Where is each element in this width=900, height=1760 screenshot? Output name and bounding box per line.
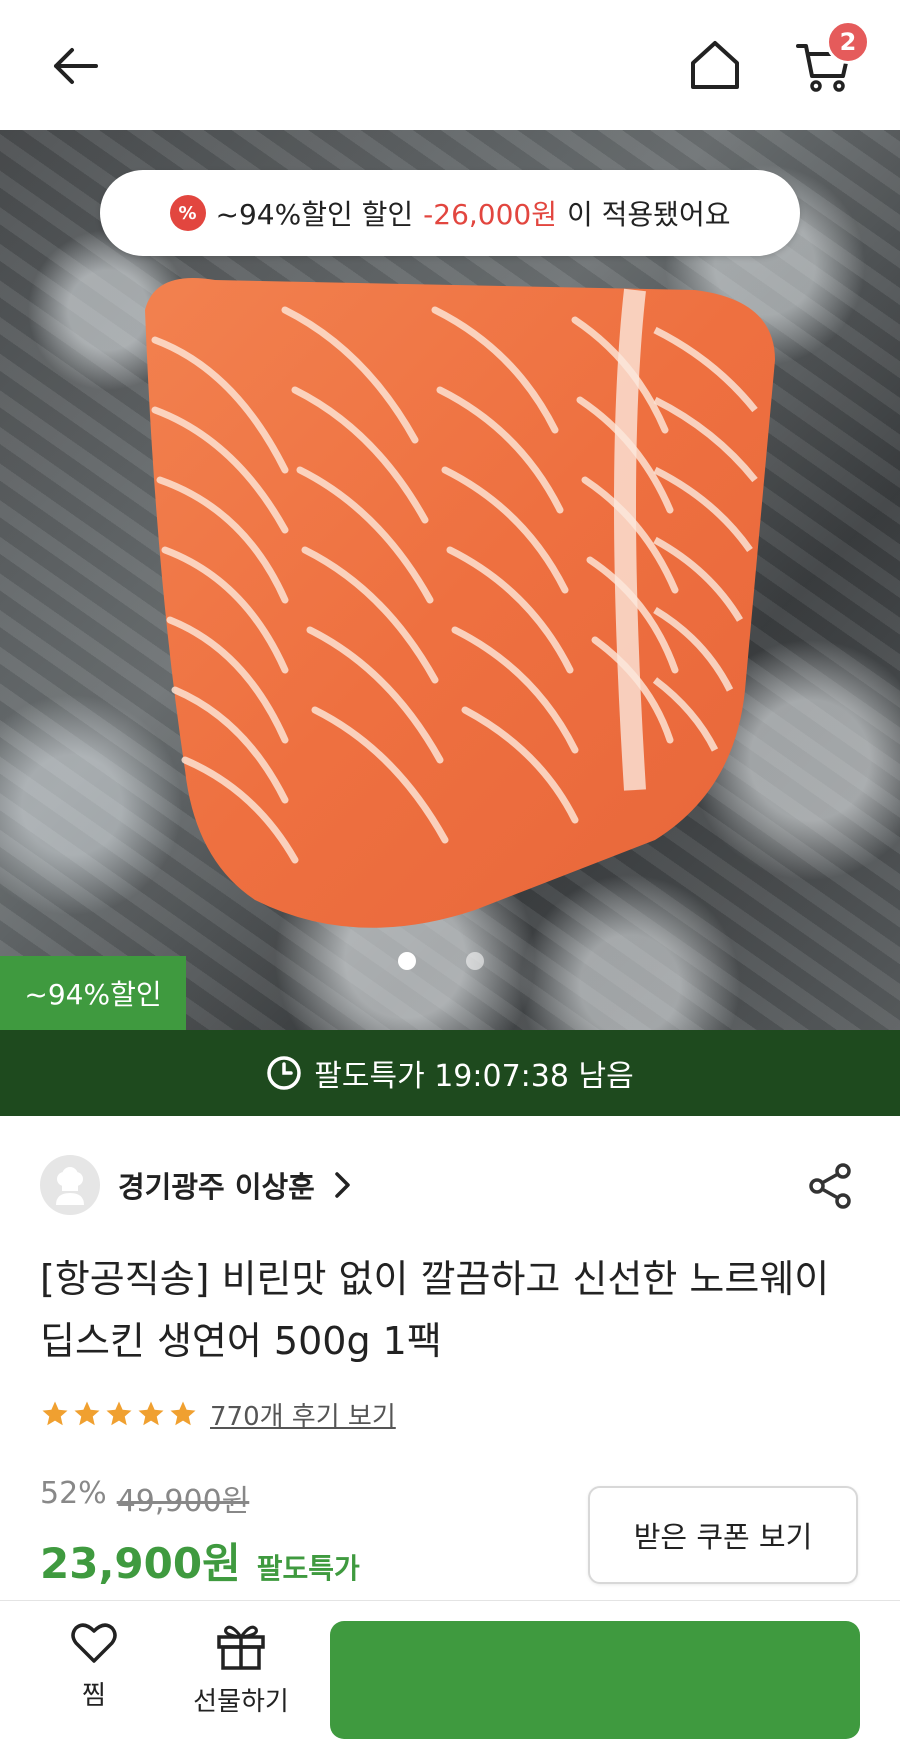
- sale-price: 23,900원: [40, 1539, 241, 1588]
- seller-info: 경기광주 이상훈: [40, 1150, 860, 1220]
- share-icon: [809, 1163, 851, 1209]
- discount-applied-notice: % ~94%할인 할인 -26,000원 이 적용됐어요: [100, 170, 800, 256]
- app-header: 2: [0, 0, 900, 130]
- carousel-dot[interactable]: [466, 952, 484, 970]
- carousel-pagination: [398, 952, 484, 970]
- percent-icon: %: [169, 195, 206, 231]
- star-rating: [40, 1399, 198, 1429]
- view-coupons-button[interactable]: 받은 쿠폰 보기: [588, 1486, 858, 1584]
- gift-button[interactable]: 선물하기: [186, 1621, 296, 1718]
- discount-amount: -26,000원: [423, 198, 557, 231]
- heart-icon: [71, 1623, 117, 1663]
- discount-notice-prefix: ~94%할인 할인: [215, 198, 414, 231]
- purchase-button[interactable]: [330, 1621, 860, 1739]
- star-icon: [106, 1401, 132, 1426]
- clock-icon: [267, 1056, 302, 1090]
- product-image-carousel[interactable]: % ~94%할인 할인 -26,000원 이 적용됐어요 ~94%할인: [0, 130, 900, 1030]
- home-button[interactable]: [684, 34, 746, 96]
- wishlist-label: 찜: [82, 1681, 106, 1711]
- seller-link[interactable]: [333, 1170, 353, 1200]
- carousel-dot-active[interactable]: [398, 952, 416, 970]
- gift-label: 선물하기: [193, 1687, 289, 1717]
- home-icon: [691, 41, 739, 89]
- star-icon: [138, 1401, 164, 1426]
- seller-avatar[interactable]: [40, 1155, 100, 1215]
- chevron-right-icon: [335, 1172, 350, 1198]
- arrow-left-icon: [54, 48, 98, 84]
- sale-label: 팔도특가: [256, 1552, 360, 1585]
- star-icon: [74, 1401, 100, 1426]
- deal-timer-text: 팔도특가 19:07:38 남음: [314, 1059, 634, 1094]
- product-title: [항공직송] 비린맛 없이 깔끔하고 신선한 노르웨이 딥스킨 생연어 500g…: [40, 1257, 830, 1363]
- discount-badge: ~94%할인: [0, 956, 186, 1030]
- original-price: 49,900원: [116, 1484, 250, 1519]
- review-link[interactable]: 770개 후기 보기: [210, 1396, 396, 1433]
- salmon-fillet-image: [145, 278, 775, 928]
- chef-avatar-icon: [56, 1167, 84, 1205]
- price-discount-row: 52% 49,900원: [40, 1476, 560, 1520]
- cart-count-badge: 2: [826, 20, 870, 64]
- share-button[interactable]: [800, 1156, 860, 1216]
- sale-price-row: 23,900원 팔도특가: [40, 1530, 560, 1591]
- discount-rate: 52%: [40, 1476, 107, 1511]
- deal-timer-bar: 팔도특가 19:07:38 남음: [0, 1030, 900, 1116]
- seller-name[interactable]: 경기광주 이상훈: [118, 1164, 315, 1206]
- back-button[interactable]: [44, 38, 104, 94]
- rating-row: 770개 후기 보기: [40, 1392, 396, 1436]
- gift-icon: [217, 1625, 265, 1670]
- discount-notice-suffix: 이 적용됐어요: [567, 198, 731, 231]
- price-block: 52% 49,900원 23,900원 팔도특가: [40, 1476, 560, 1591]
- star-icon: [42, 1401, 68, 1426]
- wishlist-button[interactable]: 찜: [54, 1621, 134, 1712]
- star-icon: [170, 1401, 196, 1426]
- bottom-action-bar: 찜 선물하기: [0, 1600, 900, 1760]
